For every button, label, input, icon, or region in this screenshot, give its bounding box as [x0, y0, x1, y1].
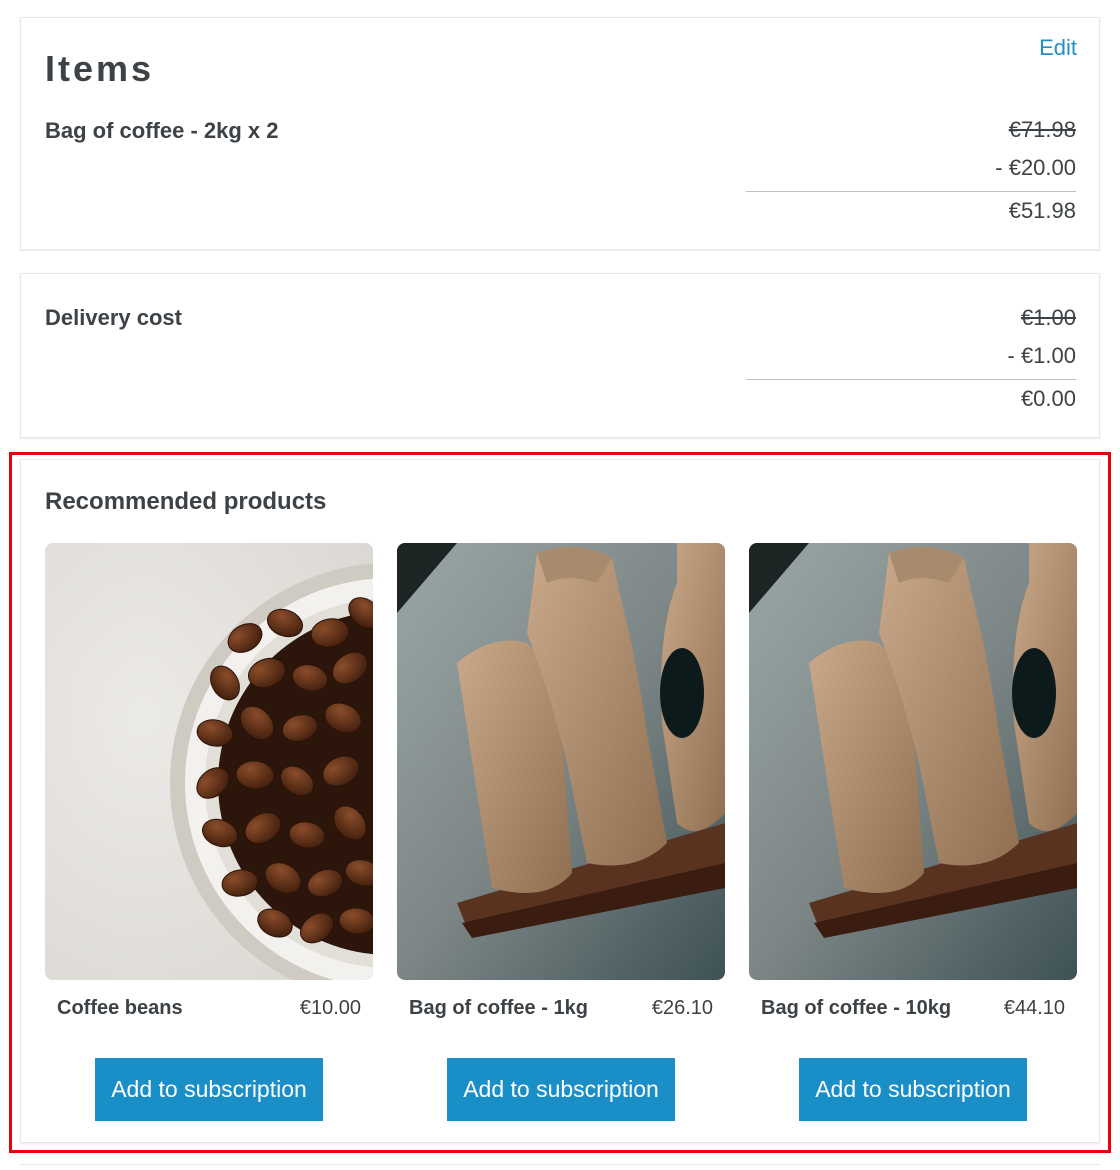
final-price: €51.98 — [1008, 198, 1076, 223]
add-to-subscription-button[interactable]: Add to subscription — [799, 1058, 1027, 1121]
line-item-name: Bag of coffee - 2kg x 2 — [45, 118, 279, 143]
add-to-subscription-button[interactable]: Add to subscription — [447, 1058, 675, 1121]
product-card: Bag of coffee - 1kg €26.10 Add to subscr… — [397, 543, 725, 1121]
line-item-prices: €71.98 - €20.00 €51.98 — [746, 117, 1076, 224]
delivery-final-price: €0.00 — [1020, 386, 1076, 411]
product-meta: Bag of coffee - 10kg €44.10 — [749, 997, 1077, 1027]
coffee-beans-bowl-image[interactable] — [45, 543, 373, 980]
product-name[interactable]: Bag of coffee - 1kg — [409, 997, 588, 1020]
add-to-subscription-button[interactable]: Add to subscription — [95, 1058, 323, 1121]
delivery-discount: - €1.00 — [1007, 343, 1077, 368]
items-card: Edit Items Bag of coffee - 2kg x 2 €71.9… — [20, 17, 1100, 250]
items-title: Items — [45, 48, 155, 89]
product-name[interactable]: Bag of coffee - 10kg — [761, 997, 951, 1020]
product-card: Bag of coffee - 10kg €44.10 Add to subsc… — [749, 543, 1077, 1121]
product-price: €44.10 — [1003, 997, 1065, 1019]
edit-link[interactable]: Edit — [1039, 35, 1077, 61]
recommended-products-title: Recommended products — [45, 488, 327, 515]
product-meta: Coffee beans €10.00 — [45, 997, 373, 1027]
delivery-prices: €1.00 - €1.00 €0.00 — [746, 305, 1076, 412]
next-card-edge — [20, 1164, 1100, 1170]
delivery-cost-label: Delivery cost — [45, 305, 182, 330]
burlap-coffee-bags-image[interactable] — [397, 543, 725, 980]
product-name[interactable]: Coffee beans — [57, 997, 183, 1020]
product-card: Coffee beans €10.00 Add to subscription — [45, 543, 373, 1121]
delivery-original-price: €1.00 — [1020, 305, 1076, 330]
product-price: €10.00 — [299, 997, 361, 1019]
product-meta: Bag of coffee - 1kg €26.10 — [397, 997, 725, 1027]
product-price: €26.10 — [651, 997, 713, 1019]
original-price: €71.98 — [1008, 117, 1076, 142]
recommended-products-card: Recommended products Coffee beans €10.00… — [20, 459, 1100, 1143]
burlap-coffee-bags-image[interactable] — [749, 543, 1077, 980]
delivery-card: Delivery cost €1.00 - €1.00 €0.00 — [20, 273, 1100, 438]
discount-amount: - €20.00 — [995, 155, 1076, 180]
